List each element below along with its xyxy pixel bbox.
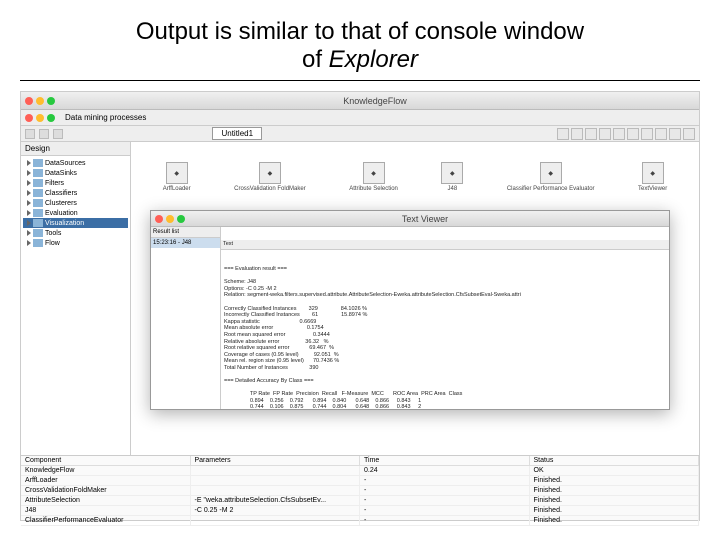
tool-icon[interactable]: [571, 128, 583, 140]
status-row: ArffLoader-Finished.: [21, 476, 699, 486]
folder-icon: [33, 239, 43, 247]
sidebar-item[interactable]: Visualization: [23, 218, 128, 228]
doc-dropdown[interactable]: Untitled1: [212, 127, 262, 140]
folder-icon: [33, 189, 43, 197]
sidebar-item[interactable]: Classifiers: [23, 188, 128, 198]
chevron-right-icon: [27, 170, 31, 176]
flow-node[interactable]: ◆Attribute Selection: [349, 162, 398, 192]
text-viewer-window: Text Viewer Result list 15:23:16 - J48 T…: [150, 210, 670, 410]
flow-node[interactable]: ◆TextViewer: [638, 162, 667, 192]
text-header: Text: [221, 240, 669, 250]
result-body: === Evaluation result === Scheme: J48 Op…: [224, 266, 666, 409]
sidebar: Design DataSourcesDataSinksFiltersClassi…: [21, 142, 131, 470]
sidebar-item[interactable]: DataSinks: [23, 168, 128, 178]
tool-icon[interactable]: [669, 128, 681, 140]
folder-icon: [33, 159, 43, 167]
minimize-icon[interactable]: [166, 215, 174, 223]
sidebar-item[interactable]: Flow: [23, 238, 128, 248]
tool-icon[interactable]: [599, 128, 611, 140]
zoom-icon[interactable]: [47, 97, 55, 105]
result-list-header: Result list: [151, 227, 220, 238]
status-row: CrossValidationFoldMaker-Finished.: [21, 486, 699, 496]
tool-icon[interactable]: [585, 128, 597, 140]
status-row: ClassifierPerformanceEvaluator-Finished.: [21, 516, 699, 526]
tool-icon[interactable]: [655, 128, 667, 140]
toolbar-button[interactable]: [25, 129, 35, 139]
status-header: Component: [21, 456, 191, 465]
chevron-right-icon: [27, 190, 31, 196]
close-icon[interactable]: [25, 97, 33, 105]
flow-node[interactable]: ◆Classifier Performance Evaluator: [507, 162, 595, 192]
tool-icon[interactable]: [627, 128, 639, 140]
status-header: Status: [530, 456, 700, 465]
node-icon: ◆: [363, 162, 385, 184]
chevron-right-icon: [27, 240, 31, 246]
design-tab[interactable]: Design: [21, 142, 130, 156]
folder-icon: [33, 199, 43, 207]
sidebar-item[interactable]: Clusterers: [23, 198, 128, 208]
folder-icon: [33, 219, 43, 227]
tool-icon[interactable]: [613, 128, 625, 140]
folder-icon: [33, 229, 43, 237]
close-icon[interactable]: [155, 215, 163, 223]
result-list: Result list 15:23:16 - J48: [151, 227, 221, 409]
chevron-right-icon: [27, 160, 31, 166]
status-row: AttributeSelection-E "weka.attributeSele…: [21, 496, 699, 506]
breadcrumb: Data mining processes: [65, 113, 146, 122]
status-panel: ComponentParametersTimeStatus KnowledgeF…: [21, 455, 699, 520]
minimize-icon[interactable]: [36, 114, 44, 122]
sidebar-item[interactable]: DataSources: [23, 158, 128, 168]
node-icon: ◆: [259, 162, 281, 184]
window-title: Text Viewer: [185, 214, 665, 224]
toolbar-button[interactable]: [53, 129, 63, 139]
chevron-right-icon: [27, 180, 31, 186]
folder-icon: [33, 179, 43, 187]
status-header: Time: [360, 456, 530, 465]
zoom-icon[interactable]: [47, 114, 55, 122]
status-header: Parameters: [191, 456, 361, 465]
chevron-right-icon: [27, 200, 31, 206]
node-icon: ◆: [642, 162, 664, 184]
flow-node[interactable]: ◆CrossValidation FoldMaker: [234, 162, 306, 192]
node-icon: ◆: [441, 162, 463, 184]
sidebar-item[interactable]: Evaluation: [23, 208, 128, 218]
flow-node[interactable]: ◆ArffLoader: [163, 162, 191, 192]
minimize-icon[interactable]: [36, 97, 44, 105]
node-icon: ◆: [540, 162, 562, 184]
chevron-right-icon: [27, 210, 31, 216]
sidebar-item[interactable]: Filters: [23, 178, 128, 188]
chevron-right-icon: [27, 230, 31, 236]
slide-title: Output is similar to that of console win…: [20, 18, 700, 74]
status-row: J48-C 0.25 -M 2-Finished.: [21, 506, 699, 516]
close-icon[interactable]: [25, 114, 33, 122]
titlebar: KnowledgeFlow: [21, 92, 699, 110]
result-text: Text === Evaluation result === Scheme: J…: [221, 227, 669, 409]
folder-icon: [33, 169, 43, 177]
divider: [20, 80, 700, 81]
tool-icon[interactable]: [641, 128, 653, 140]
main-toolbar: Untitled1: [21, 126, 699, 142]
window-title: KnowledgeFlow: [55, 96, 695, 106]
status-row: KnowledgeFlow0.24OK: [21, 466, 699, 476]
breadcrumb-bar: Data mining processes: [21, 110, 699, 126]
flow-node[interactable]: ◆J48: [441, 162, 463, 192]
tool-icon[interactable]: [683, 128, 695, 140]
sidebar-item[interactable]: Tools: [23, 228, 128, 238]
zoom-icon[interactable]: [177, 215, 185, 223]
folder-icon: [33, 209, 43, 217]
result-list-item[interactable]: 15:23:16 - J48: [151, 238, 220, 248]
node-icon: ◆: [166, 162, 188, 184]
toolbar-button[interactable]: [39, 129, 49, 139]
tool-icon[interactable]: [557, 128, 569, 140]
chevron-right-icon: [27, 220, 31, 226]
